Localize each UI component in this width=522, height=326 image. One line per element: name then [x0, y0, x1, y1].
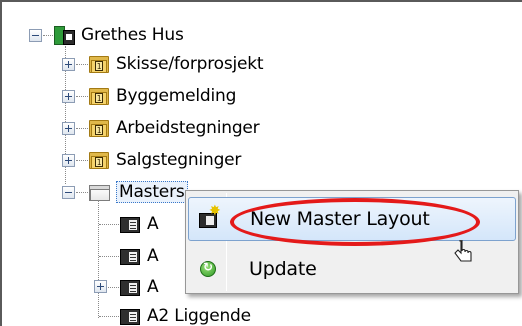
tree-node-label: Grethes Hus	[81, 25, 184, 45]
tree-node-layout[interactable]: A	[119, 241, 159, 271]
tree-node-folder[interactable]: 1 Byggemelding	[88, 81, 236, 111]
collapse-toggle[interactable]	[62, 186, 75, 199]
folder-icon	[88, 182, 110, 202]
tree-node-folder[interactable]: 1 Salgstegninger	[88, 145, 241, 175]
expand-toggle[interactable]	[62, 122, 75, 135]
panel-border	[0, 0, 522, 2]
menu-item-label: Update	[249, 258, 317, 280]
tree-node-label: A	[147, 277, 159, 297]
expand-toggle[interactable]	[62, 90, 75, 103]
tree-node-layout[interactable]: A	[119, 272, 159, 302]
tree-node-label: Byggemelding	[116, 86, 237, 106]
house-icon	[53, 25, 75, 45]
expand-toggle[interactable]	[94, 280, 107, 293]
layout-icon	[119, 214, 141, 234]
tree-node-label: Masters	[116, 181, 188, 203]
expand-toggle[interactable]	[62, 58, 75, 71]
numbered-folder-icon: 1	[88, 150, 110, 170]
tree-node-label: Salgstegninger	[116, 150, 242, 170]
tree-node-root[interactable]: Grethes Hus	[53, 20, 184, 50]
numbered-folder-icon: 1	[88, 54, 110, 74]
tree-node-label: A2 Liggende	[147, 306, 251, 326]
expand-toggle[interactable]	[62, 154, 75, 167]
tree-node-masters[interactable]: Masters	[88, 177, 188, 207]
highlight-ellipse	[230, 198, 480, 246]
tree-node-folder[interactable]: 1 Arbeidstegninger	[88, 113, 260, 143]
mouse-cursor-icon	[454, 240, 472, 262]
refresh-icon: ↻	[197, 258, 219, 280]
collapse-toggle[interactable]	[29, 29, 42, 42]
tree-node-label: Arbeidstegninger	[116, 118, 260, 138]
numbered-folder-icon: 1	[88, 86, 110, 106]
tree-node-label: A	[147, 214, 159, 234]
tree-node-layout[interactable]: A	[119, 209, 159, 239]
panel-border	[0, 0, 2, 326]
numbered-folder-icon: 1	[88, 118, 110, 138]
tree-node-folder[interactable]: 1 Skisse/forprosjekt	[88, 49, 264, 79]
layout-icon	[119, 246, 141, 266]
layout-icon	[119, 306, 141, 326]
tree-node-label: Skisse/forprosjekt	[116, 54, 264, 74]
tree-node-label: A	[147, 246, 159, 266]
layout-icon	[119, 277, 141, 297]
tree-node-layout[interactable]: A2 Liggende	[119, 301, 251, 326]
new-layout-icon: ✸	[198, 203, 221, 230]
